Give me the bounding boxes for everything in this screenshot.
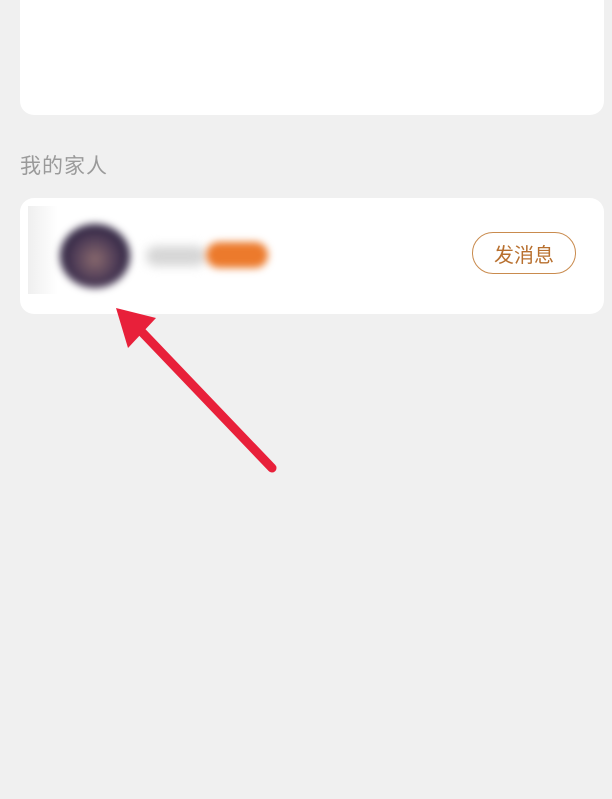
top-card	[20, 0, 604, 115]
arrow-head	[116, 308, 156, 348]
family-member-card[interactable]: 发消息	[20, 198, 604, 314]
send-message-button[interactable]: 发消息	[472, 232, 576, 274]
member-avatar[interactable]	[60, 224, 130, 288]
section-title-my-family: 我的家人	[20, 154, 108, 178]
member-tag-blurred	[206, 242, 268, 268]
member-name-blurred	[146, 246, 206, 266]
card-edge-shadow	[28, 206, 58, 294]
annotation-arrow-icon	[116, 308, 277, 473]
arrow-shaft	[135, 325, 277, 473]
page: 我的家人 发消息	[0, 0, 612, 799]
